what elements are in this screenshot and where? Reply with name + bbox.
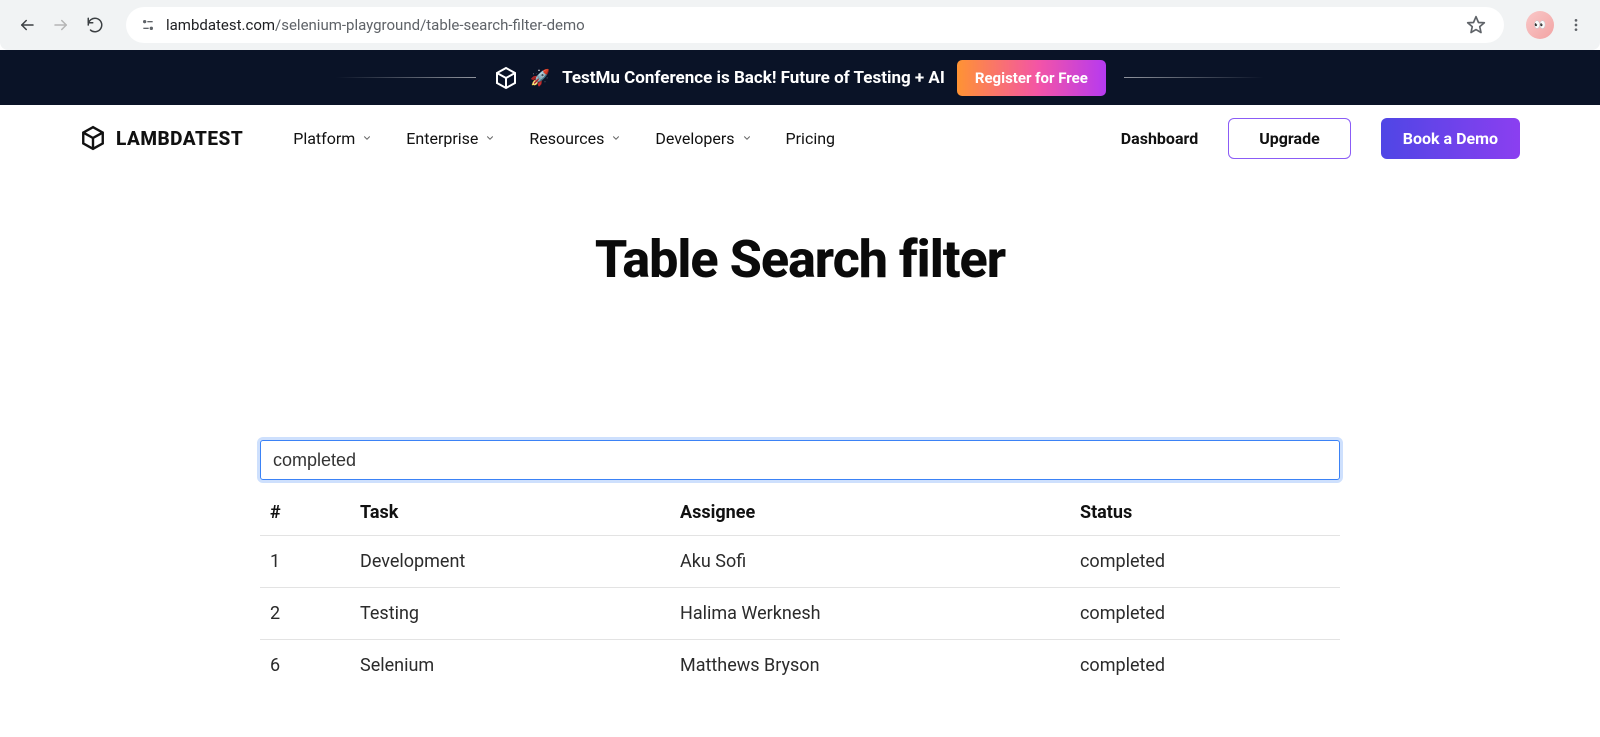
- lambdatest-logo-icon: [80, 125, 106, 151]
- nav-link-resources[interactable]: Resources: [529, 129, 621, 148]
- profile-avatar[interactable]: 👀: [1526, 11, 1554, 39]
- back-button[interactable]: [10, 8, 44, 42]
- cell-assignee: Matthews Bryson: [670, 640, 1070, 692]
- cell-status: completed: [1070, 536, 1340, 588]
- nav-link-label: Platform: [293, 129, 355, 148]
- cell-status: completed: [1070, 640, 1340, 692]
- nav-link-platform[interactable]: Platform: [293, 129, 372, 148]
- address-bar[interactable]: lambdatest.com/selenium-playground/table…: [126, 7, 1504, 43]
- cell-task: Selenium: [350, 640, 670, 692]
- browser-chrome: lambdatest.com/selenium-playground/table…: [0, 0, 1600, 50]
- column-header: Task: [350, 486, 670, 536]
- lambdatest-logo-icon: [494, 66, 518, 90]
- cell-assignee: Halima Werknesh: [670, 588, 1070, 640]
- nav-link-enterprise[interactable]: Enterprise: [406, 129, 495, 148]
- nav-link-label: Resources: [529, 129, 604, 148]
- search-input[interactable]: [260, 440, 1340, 480]
- rocket-icon: 🚀: [530, 68, 550, 87]
- browser-menu-icon[interactable]: [1562, 11, 1590, 39]
- column-header: Assignee: [670, 486, 1070, 536]
- cell-id: 2: [260, 588, 350, 640]
- divider: [1124, 77, 1264, 78]
- column-header: #: [260, 486, 350, 536]
- chevron-down-icon: [362, 133, 372, 143]
- forward-button[interactable]: [44, 8, 78, 42]
- chevron-down-icon: [611, 133, 621, 143]
- brand-text: LAMBDATEST: [116, 127, 243, 150]
- reload-button[interactable]: [78, 8, 112, 42]
- column-header: Status: [1070, 486, 1340, 536]
- register-button[interactable]: Register for Free: [957, 60, 1106, 96]
- cell-id: 6: [260, 640, 350, 692]
- banner-text: TestMu Conference is Back! Future of Tes…: [562, 68, 945, 88]
- nav-link-label: Pricing: [786, 129, 836, 148]
- table-row: 1DevelopmentAku Soficompleted: [260, 536, 1340, 588]
- table-row: 6SeleniumMatthews Brysoncompleted: [260, 640, 1340, 692]
- bookmark-star-icon[interactable]: [1462, 11, 1490, 39]
- nav-link-label: Enterprise: [406, 129, 478, 148]
- cell-task: Testing: [350, 588, 670, 640]
- announcement-banner: 🚀 TestMu Conference is Back! Future of T…: [0, 50, 1600, 105]
- site-settings-icon[interactable]: [140, 17, 156, 33]
- page-title: Table Search filter: [0, 229, 1600, 290]
- chevron-down-icon: [485, 133, 495, 143]
- cell-id: 1: [260, 536, 350, 588]
- upgrade-button[interactable]: Upgrade: [1228, 118, 1351, 159]
- brand-logo[interactable]: LAMBDATEST: [80, 125, 243, 151]
- nav-link-pricing[interactable]: Pricing: [786, 129, 836, 148]
- cell-assignee: Aku Sofi: [670, 536, 1070, 588]
- url-text: lambdatest.com/selenium-playground/table…: [166, 16, 585, 34]
- chevron-down-icon: [742, 133, 752, 143]
- nav-link-developers[interactable]: Developers: [655, 129, 751, 148]
- table-row: 2TestingHalima Werkneshcompleted: [260, 588, 1340, 640]
- divider: [336, 77, 476, 78]
- book-demo-button[interactable]: Book a Demo: [1381, 118, 1520, 159]
- dashboard-link[interactable]: Dashboard: [1121, 129, 1198, 148]
- nav-link-label: Developers: [655, 129, 734, 148]
- main-nav: LAMBDATEST Platform Enterprise Resources De…: [0, 105, 1600, 171]
- results-table: #TaskAssigneeStatus 1DevelopmentAku Sofi…: [260, 486, 1340, 691]
- cell-task: Development: [350, 536, 670, 588]
- cell-status: completed: [1070, 588, 1340, 640]
